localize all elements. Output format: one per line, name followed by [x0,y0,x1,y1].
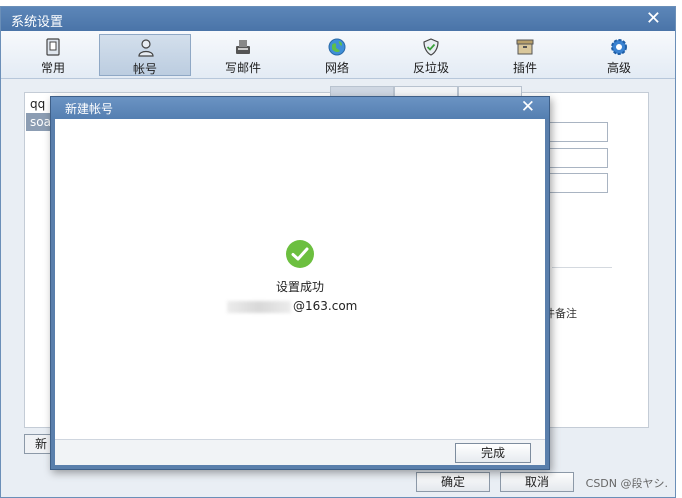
tab-antispam[interactable]: 反垃圾 [385,34,477,76]
shield-icon [423,38,439,56]
dialog-titlebar: 新建帐号 ✕ [51,97,549,119]
dialog-close-icon[interactable]: ✕ [521,97,535,117]
settings-toolbar: 常用 帐号 写邮件 网络 反垃圾 插件 高级 [1,31,675,79]
network-icon [328,38,346,56]
success-message: 设置成功 [275,280,324,294]
dialog-body: 设置成功 @163.com 完成 [55,119,545,465]
new-account-dialog: 新建帐号 ✕ 设置成功 @163.com 完成 [50,96,550,470]
tab-compose-label: 写邮件 [224,61,261,75]
tab-network[interactable]: 网络 [291,34,383,76]
account-email: @163.com [293,299,358,313]
tab-compose[interactable]: 写邮件 [197,34,289,76]
tab-common-label: 常用 [40,61,65,75]
tab-account[interactable]: 帐号 [99,34,191,76]
success-check-icon [286,240,314,268]
redacted-email-prefix [227,301,291,313]
tab-antispam-label: 反垃圾 [412,61,449,75]
settings-field[interactable] [548,122,608,142]
cancel-button[interactable]: 取消 [500,472,574,492]
finish-button[interactable]: 完成 [455,443,531,463]
dialog-footer: 完成 [55,439,545,465]
window-titlebar: 系统设置 ✕ [1,7,675,31]
tab-account-label: 帐号 [132,62,157,76]
gear-icon [611,39,627,55]
tab-network-label: 网络 [324,61,349,75]
window-title: 系统设置 [11,15,64,30]
watermark: CSDN @段ヤシ. [585,477,668,490]
settings-field[interactable] [548,173,608,193]
tab-common[interactable]: 常用 [7,34,99,76]
window-close-icon[interactable]: ✕ [646,8,661,29]
tab-plugins-label: 插件 [512,61,537,75]
dialog-title: 新建帐号 [65,102,114,116]
settings-field[interactable] [548,148,608,168]
ok-button[interactable]: 确定 [416,472,490,492]
account-icon [138,39,154,57]
tab-plugins[interactable]: 插件 [479,34,571,76]
common-icon [46,38,60,56]
tab-advanced-label: 高级 [606,61,631,75]
plugin-icon [516,39,534,55]
compose-icon [236,40,250,54]
divider [552,267,612,268]
tab-advanced[interactable]: 高级 [573,34,665,76]
